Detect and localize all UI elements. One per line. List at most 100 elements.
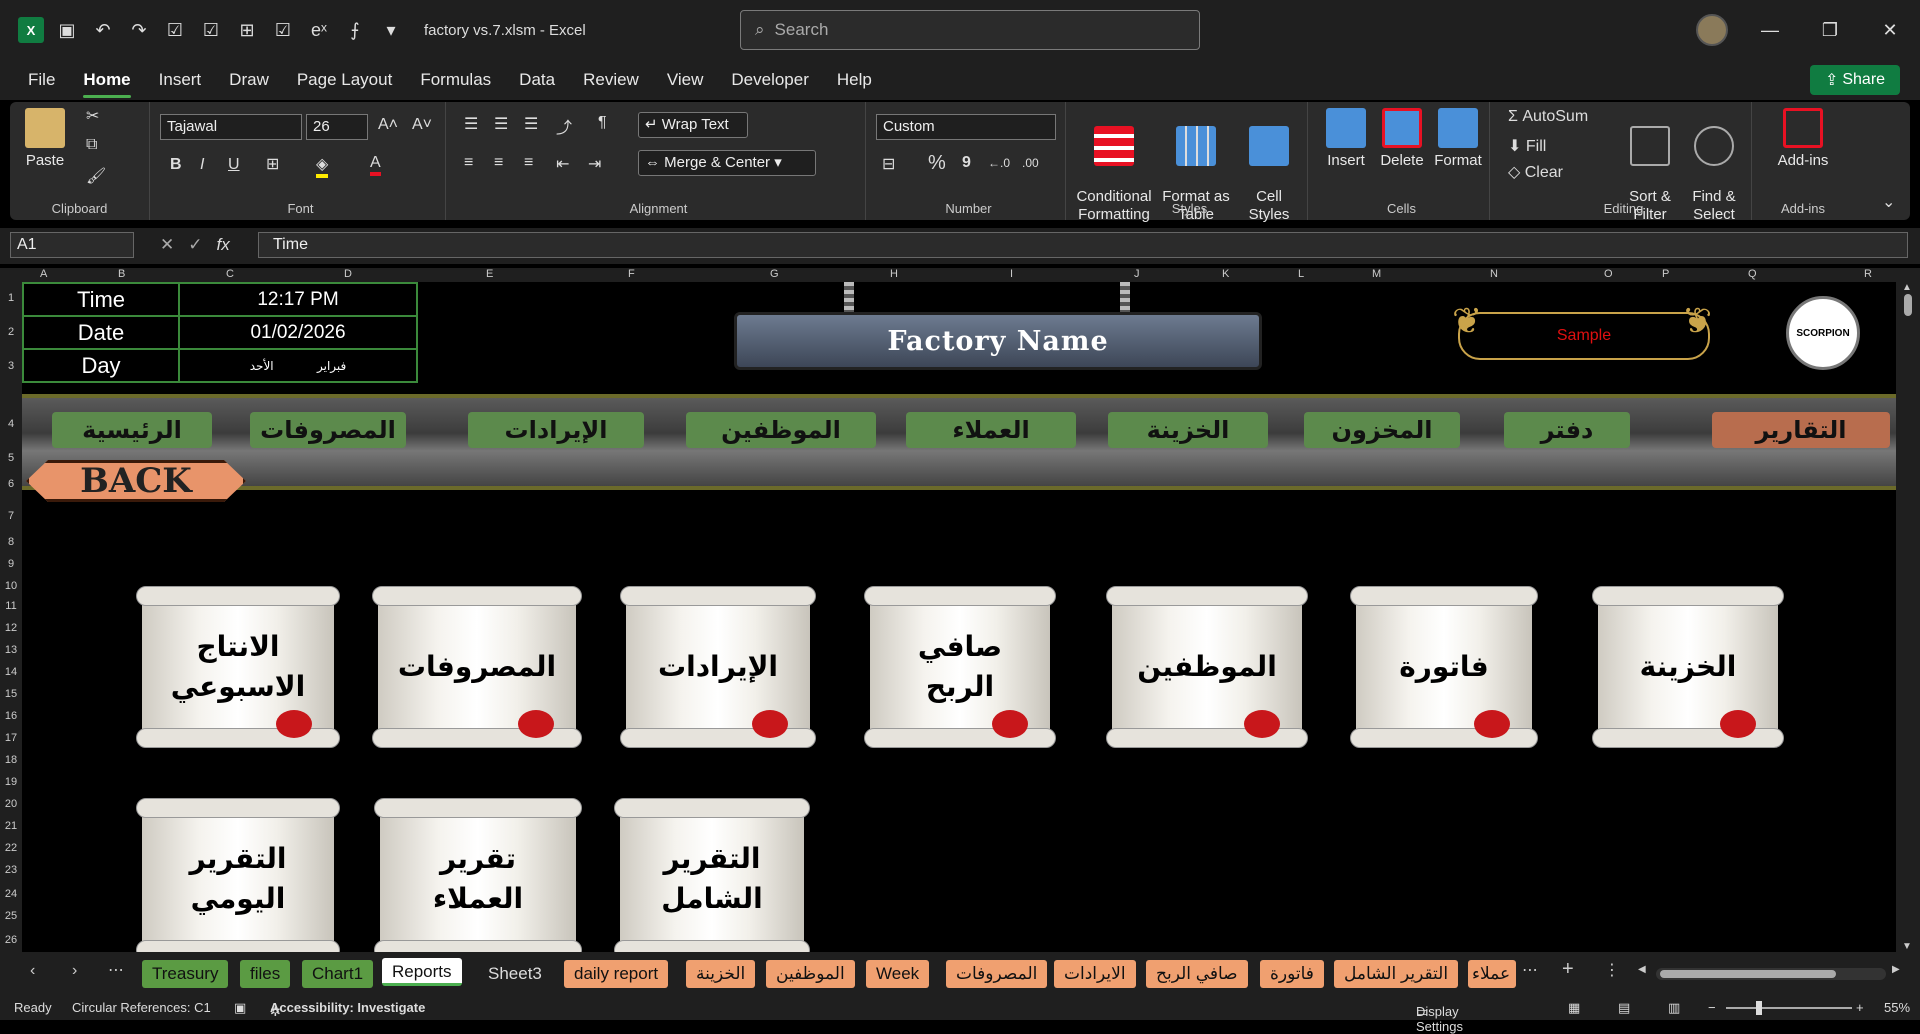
decrease-decimal-icon[interactable]: .00: [1022, 156, 1039, 170]
nav-ledger[interactable]: دفتر: [1504, 412, 1630, 448]
comma-button[interactable]: 9: [962, 154, 971, 172]
day-label[interactable]: Day: [22, 348, 180, 383]
tab-formulas[interactable]: Formulas: [406, 60, 505, 100]
rtl-icon[interactable]: ¶: [598, 114, 607, 132]
column-header[interactable]: J: [1134, 268, 1140, 280]
insert-function-icon[interactable]: fx: [217, 235, 230, 255]
zoom-slider-thumb[interactable]: [1756, 1001, 1762, 1015]
row-header[interactable]: 2: [2, 326, 20, 338]
cancel-icon[interactable]: ✕: [160, 235, 174, 255]
tab-page-layout[interactable]: Page Layout: [283, 60, 406, 100]
format-painter-icon[interactable]: 🖌: [86, 166, 106, 186]
nav-treasury[interactable]: الخزينة: [1108, 412, 1268, 448]
checkbox-icon[interactable]: ☑: [198, 17, 224, 43]
sheet-tab[interactable]: files: [240, 960, 291, 988]
zoom-out-icon[interactable]: −: [1708, 1000, 1716, 1015]
row-header[interactable]: 17: [2, 732, 20, 744]
sheet-tab[interactable]: الايرادات: [1054, 960, 1136, 988]
date-label[interactable]: Date: [22, 315, 180, 350]
report-weekly-production[interactable]: الانتاج الاسبوعي: [136, 586, 340, 748]
orientation-icon[interactable]: ⤴: [556, 114, 572, 138]
scroll-thumb[interactable]: [1904, 294, 1912, 316]
fill-button[interactable]: ⬇ Fill: [1508, 136, 1546, 156]
tab-insert[interactable]: Insert: [145, 60, 216, 100]
accounting-icon[interactable]: ⊟: [882, 154, 895, 174]
column-header[interactable]: B: [118, 268, 125, 280]
merge-center-button[interactable]: ⇔ Merge & Center ▾: [638, 150, 816, 176]
sheet-tab[interactable]: Treasury: [142, 960, 229, 988]
column-header[interactable]: D: [344, 268, 352, 280]
sheet-tab-active[interactable]: Reports: [382, 958, 462, 986]
tab-options-icon[interactable]: ⋮: [1604, 960, 1620, 980]
row-header[interactable]: 11: [2, 600, 20, 612]
align-middle-icon[interactable]: ☰: [494, 114, 508, 134]
more-sheets-icon[interactable]: ⋯: [108, 960, 124, 980]
report-invoice[interactable]: فاتورة: [1350, 586, 1538, 748]
sheet-tab[interactable]: الموظفين: [766, 960, 855, 988]
report-net-profit[interactable]: صافي الربح: [864, 586, 1056, 748]
align-bottom-icon[interactable]: ☰: [524, 114, 538, 134]
accessibility-status[interactable]: ✲ Accessibility: Investigate: [270, 1000, 425, 1019]
row-header[interactable]: 26: [2, 934, 20, 946]
increase-decimal-icon[interactable]: ←.0: [988, 156, 1010, 170]
formula-input[interactable]: Time: [258, 232, 1908, 258]
search-box[interactable]: ⌕ Search: [740, 10, 1200, 50]
nav-customers[interactable]: العملاء: [906, 412, 1076, 448]
customize-icon[interactable]: ▾: [378, 17, 404, 43]
addins-button[interactable]: Add-ins: [1758, 108, 1848, 170]
name-box[interactable]: A1: [10, 232, 134, 258]
column-header[interactable]: R: [1864, 268, 1872, 280]
format-cells-button[interactable]: Format: [1430, 108, 1486, 170]
tab-home[interactable]: Home: [69, 60, 144, 100]
row-header[interactable]: 22: [2, 842, 20, 854]
scroll-down-icon[interactable]: ▼: [1902, 941, 1912, 952]
sheet-tab[interactable]: المصروفات: [946, 960, 1048, 988]
undo-icon[interactable]: ↶: [90, 17, 116, 43]
day-value[interactable]: فبراير الأحد: [178, 348, 418, 383]
clear-button[interactable]: ◇ Clear: [1508, 162, 1563, 182]
decrease-font-icon[interactable]: A˅: [412, 116, 432, 134]
horizontal-scrollbar[interactable]: [1656, 968, 1886, 980]
font-color-icon[interactable]: A: [370, 154, 381, 176]
sheet-tab[interactable]: صافي الربح: [1146, 960, 1248, 988]
tab-view[interactable]: View: [653, 60, 718, 100]
report-customers[interactable]: تقرير العملاء: [374, 798, 582, 952]
wrap-text-button[interactable]: ↵ Wrap Text: [638, 112, 748, 138]
italic-button[interactable]: I: [200, 156, 204, 174]
factory-name-banner[interactable]: Factory Name: [734, 312, 1262, 370]
row-header[interactable]: 14: [2, 666, 20, 678]
next-sheet-icon[interactable]: ›: [72, 962, 77, 980]
tab-data[interactable]: Data: [505, 60, 569, 100]
sheet-tab[interactable]: Chart1: [302, 960, 374, 988]
column-header[interactable]: Q: [1748, 268, 1757, 280]
row-header[interactable]: 25: [2, 910, 20, 922]
restore-icon[interactable]: ❐: [1800, 20, 1860, 41]
sheet-tab[interactable]: الخزينة: [686, 960, 756, 988]
page-layout-view-icon[interactable]: ▤: [1618, 1000, 1630, 1016]
percent-button[interactable]: %: [928, 152, 946, 175]
number-format-select[interactable]: Custom: [876, 114, 1056, 140]
column-header[interactable]: O: [1604, 268, 1613, 280]
sheet-tab[interactable]: عملاء: [1468, 960, 1516, 988]
close-icon[interactable]: ✕: [1860, 20, 1920, 41]
row-header[interactable]: 18: [2, 754, 20, 766]
row-header[interactable]: 23: [2, 864, 20, 876]
checkbox-icon[interactable]: ☑: [162, 17, 188, 43]
nav-revenues[interactable]: الإيرادات: [468, 412, 644, 448]
normal-view-icon[interactable]: ▦: [1568, 1000, 1580, 1016]
report-daily[interactable]: التقرير اليومي: [136, 798, 340, 952]
column-header[interactable]: H: [890, 268, 898, 280]
sample-box[interactable]: Sample: [1458, 312, 1710, 360]
align-right-icon[interactable]: ≡: [524, 154, 533, 172]
borders-icon[interactable]: ⊞: [266, 154, 279, 174]
macro-record-icon[interactable]: ▣: [234, 1000, 246, 1016]
copy-icon[interactable]: ⧉: [86, 136, 97, 154]
row-header[interactable]: 3: [2, 360, 20, 372]
minimize-icon[interactable]: —: [1740, 20, 1800, 41]
row-header[interactable]: 4: [2, 418, 20, 430]
column-header[interactable]: C: [226, 268, 234, 280]
exponent-icon[interactable]: eˣ: [306, 17, 332, 43]
decrease-indent-icon[interactable]: ⇤: [556, 154, 569, 174]
time-value[interactable]: 12:17 PM: [178, 282, 418, 317]
zoom-level[interactable]: 55%: [1884, 1000, 1910, 1015]
